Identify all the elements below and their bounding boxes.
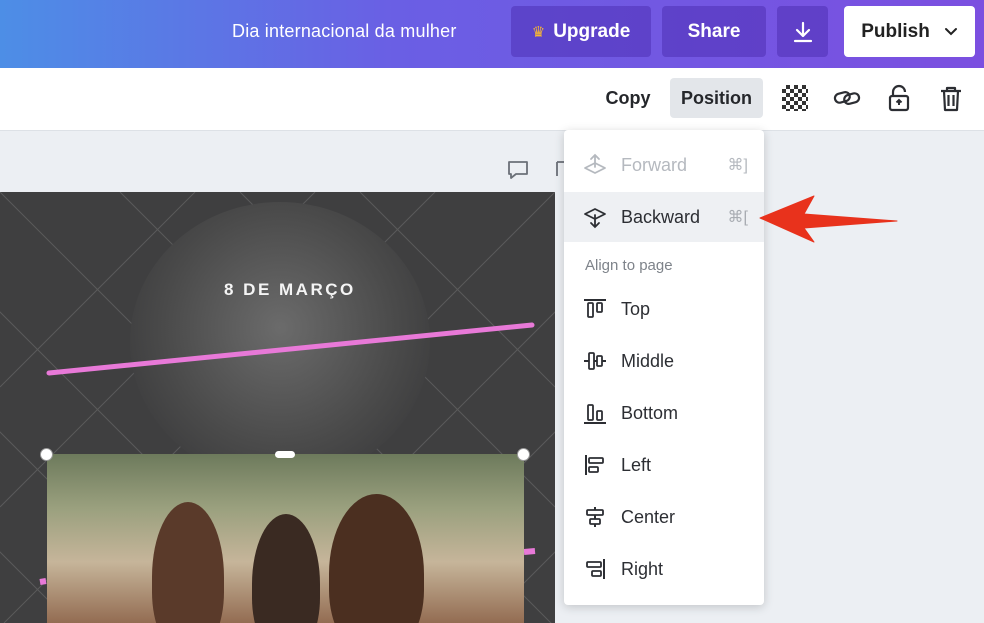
shortcut-text: ⌘] (727, 157, 748, 174)
element-toolbar: Copy Position (0, 68, 984, 131)
publish-label: Publish (861, 20, 930, 42)
send-backward-icon (584, 208, 606, 229)
design-canvas[interactable]: 8 DE MARÇO (0, 192, 555, 623)
position-button[interactable]: Position (670, 78, 763, 118)
lock-button[interactable] (884, 83, 914, 113)
menu-item-label: Left (621, 454, 652, 475)
align-left-icon (585, 455, 604, 475)
menu-item-label: Middle (621, 350, 675, 371)
transparency-button[interactable] (780, 83, 810, 113)
download-button[interactable] (777, 6, 828, 57)
comment-icon[interactable] (505, 158, 531, 182)
delete-button[interactable] (936, 83, 966, 113)
resize-handle-top-right[interactable] (517, 448, 530, 461)
align-middle-icon (584, 352, 606, 370)
menu-item-align-middle[interactable]: Middle (564, 336, 764, 386)
document-title[interactable]: Dia internacional da mulher (232, 21, 457, 42)
align-center-icon (586, 507, 604, 527)
photo-person-right (329, 494, 424, 623)
link-button[interactable] (832, 83, 862, 113)
menu-item-backward[interactable]: Backward ⌘[ (564, 192, 764, 242)
annotation-arrow-icon (759, 195, 898, 243)
align-bottom-icon (584, 404, 606, 424)
upgrade-button[interactable]: ♛ Upgrade (511, 6, 651, 57)
photo-person-middle (252, 514, 320, 623)
resize-handle-top-left[interactable] (40, 448, 53, 461)
menu-item-label: Forward (621, 154, 688, 175)
share-button[interactable]: Share (662, 6, 766, 57)
shortcut-text: ⌘[ (727, 209, 748, 226)
menu-item-forward[interactable]: Forward ⌘] (564, 140, 764, 190)
bring-forward-icon (584, 153, 606, 174)
copy-button[interactable]: Copy (596, 78, 660, 118)
menu-item-label: Bottom (621, 402, 679, 423)
menu-item-label: Backward (621, 206, 701, 227)
menu-item-align-bottom[interactable]: Bottom (564, 388, 764, 438)
position-menu: Forward ⌘] Backward ⌘[ Align to page Top… (564, 130, 764, 605)
menu-item-label: Right (621, 558, 664, 579)
transparency-icon (782, 85, 808, 111)
crown-icon: ♛ (531, 23, 546, 41)
resize-handle-top[interactable] (275, 451, 295, 458)
menu-item-align-right[interactable]: Right (564, 544, 764, 594)
menu-item-align-left[interactable]: Left (564, 440, 764, 490)
align-top-icon (584, 299, 606, 318)
chevron-down-icon (944, 27, 957, 35)
menu-item-align-top[interactable]: Top (564, 284, 764, 334)
align-section-heading: Align to page (585, 257, 673, 274)
align-right-icon (586, 559, 605, 579)
download-icon (793, 21, 812, 42)
menu-item-label: Top (621, 298, 651, 319)
unlock-icon (888, 84, 910, 112)
menu-item-label: Center (621, 506, 676, 527)
upgrade-label: Upgrade (553, 20, 631, 42)
publish-button[interactable]: Publish (844, 6, 975, 57)
top-header-bar: Dia internacional da mulher ♛ Upgrade Sh… (0, 0, 984, 68)
menu-item-align-center[interactable]: Center (564, 492, 764, 542)
women-group-photo[interactable] (47, 454, 524, 623)
trash-icon (941, 86, 961, 112)
link-icon (833, 91, 861, 105)
photo-person-left (152, 502, 224, 623)
